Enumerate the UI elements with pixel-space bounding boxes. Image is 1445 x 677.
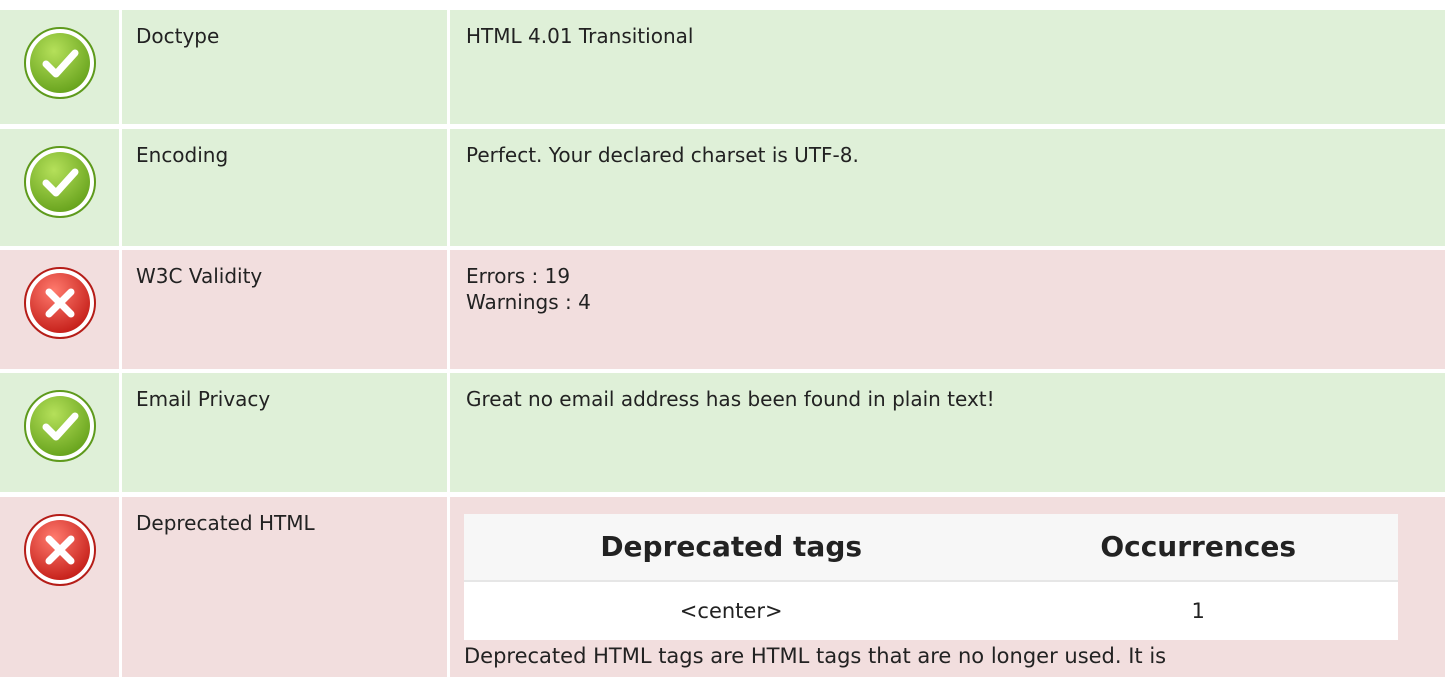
status-cell	[0, 10, 119, 124]
row-label: W3C Validity	[122, 250, 447, 369]
row-value: Deprecated tags Occurrences <center> 1 D…	[450, 497, 1445, 677]
row-value: Great no email address has been found in…	[450, 373, 1445, 492]
check-circle-icon	[23, 146, 96, 218]
row-label: Deprecated HTML	[122, 497, 447, 677]
row-value: Errors : 19 Warnings : 4	[450, 250, 1445, 369]
occurrence-count-cell: 1	[998, 580, 1398, 640]
cross-circle-icon	[23, 514, 96, 586]
table-header-occurrences: Occurrences	[998, 514, 1398, 581]
status-cell	[0, 497, 119, 677]
check-circle-icon	[23, 390, 96, 462]
deprecated-tag-cell: <center>	[464, 580, 999, 640]
report-row-doctype: Doctype HTML 4.01 Transitional	[0, 10, 1445, 124]
deprecated-tags-table: Deprecated tags Occurrences <center> 1	[464, 514, 1398, 640]
report-row-email-privacy: Email Privacy Great no email address has…	[0, 373, 1445, 492]
row-value: HTML 4.01 Transitional	[450, 10, 1445, 124]
status-cell	[0, 373, 119, 492]
check-circle-icon	[23, 27, 96, 99]
report-row-deprecated-html: Deprecated HTML Deprecated tags Occurren…	[0, 497, 1445, 677]
cross-circle-icon	[23, 267, 96, 339]
report-row-w3c-validity: W3C Validity Errors : 19 Warnings : 4	[0, 250, 1445, 369]
row-label: Encoding	[122, 129, 447, 246]
table-row: <center> 1	[464, 580, 1398, 640]
row-label: Email Privacy	[122, 373, 447, 492]
report-row-encoding: Encoding Perfect. Your declared charset …	[0, 129, 1445, 246]
row-label: Doctype	[122, 10, 447, 124]
table-header-deprecated-tags: Deprecated tags	[464, 514, 999, 581]
status-cell	[0, 250, 119, 369]
row-value: Perfect. Your declared charset is UTF-8.	[450, 129, 1445, 246]
seo-report: Doctype HTML 4.01 Transitional Encoding …	[0, 0, 1445, 677]
status-cell	[0, 129, 119, 246]
deprecated-html-note: Deprecated HTML tags are HTML tags that …	[464, 644, 1167, 668]
warnings-count: Warnings : 4	[466, 290, 591, 314]
errors-count: Errors : 19	[466, 264, 571, 288]
